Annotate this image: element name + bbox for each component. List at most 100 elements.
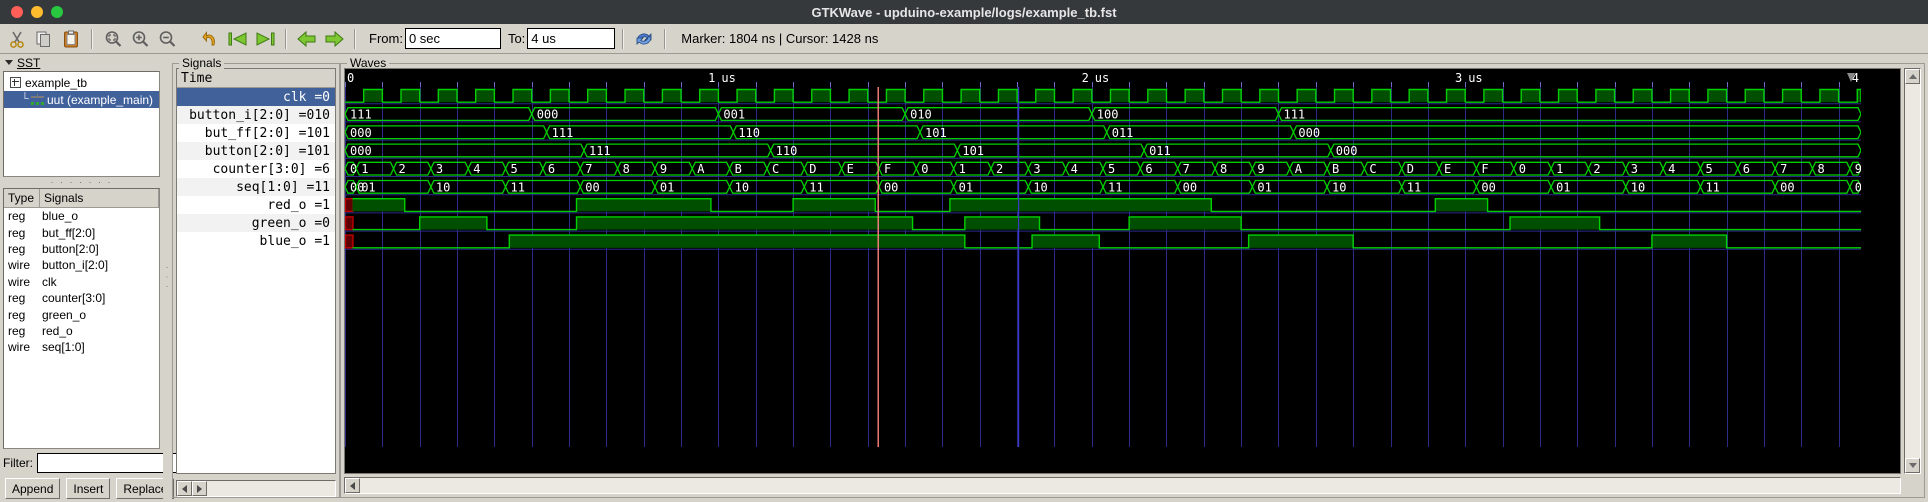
signal-name-row[interactable]: button[2:0] =101 bbox=[177, 142, 335, 160]
signal-name-row[interactable]: red_o =1 bbox=[177, 196, 335, 214]
from-input[interactable] bbox=[404, 28, 501, 49]
svg-text:00: 00 bbox=[884, 180, 898, 194]
to-input[interactable] bbox=[527, 28, 616, 49]
wave-canvas[interactable]: 0 1 us 2 us 3 us 4 111 000 001 010 100 111 000 111 110 10… bbox=[344, 68, 1901, 474]
signal-name: clk bbox=[42, 274, 57, 289]
wave-vscroll-trough[interactable] bbox=[1905, 84, 1920, 458]
toolbar-separator-4 bbox=[622, 28, 625, 49]
signal-type: reg bbox=[8, 225, 26, 240]
wave-scroll-left-button[interactable] bbox=[345, 478, 360, 493]
wave-scroll-trough[interactable] bbox=[360, 478, 1900, 493]
sst-tree[interactable]: example_tb └ uut (example_main) bbox=[3, 71, 160, 177]
paste-icon[interactable] bbox=[58, 26, 84, 51]
signal-name-rows: clk =0 button_i[2:0] =010 but_ff[2:0] =101… bbox=[177, 88, 335, 250]
names-hscrollbar[interactable] bbox=[176, 480, 336, 497]
svg-text:E: E bbox=[847, 162, 854, 176]
minimize-button[interactable] bbox=[31, 6, 43, 18]
svg-text:D: D bbox=[1407, 162, 1414, 176]
signal-name-row[interactable]: button_i[2:0] =010 bbox=[177, 106, 335, 124]
svg-text:7: 7 bbox=[585, 162, 592, 176]
sst-header[interactable]: SST bbox=[3, 54, 160, 71]
wave-top-row: 0 1 us 2 us 3 us 4 111 000 001 010 100 111 000 111 110 10… bbox=[344, 68, 1921, 474]
svg-text:C: C bbox=[1369, 162, 1376, 176]
toolbar-gap-1 bbox=[187, 29, 191, 49]
svg-text:000: 000 bbox=[350, 144, 372, 158]
svg-text:11: 11 bbox=[1108, 180, 1122, 194]
signal-name-row[interactable]: green_o =0 bbox=[177, 214, 335, 232]
prev-edge-icon[interactable] bbox=[294, 26, 320, 51]
signal-names-list[interactable]: Time clk =0 button_i[2:0] =010 but_ff[2:0]… bbox=[176, 68, 336, 474]
scroll-down-button[interactable] bbox=[1905, 458, 1920, 473]
sst-signal-list[interactable]: Type Signals reg blue_o reg but_ff[2:0] reg b… bbox=[3, 188, 160, 449]
signal-name-row[interactable]: but_ff[2:0] =101 bbox=[177, 124, 335, 142]
signal-name-row[interactable]: blue_o =1 bbox=[177, 232, 335, 250]
chevron-down-icon[interactable] bbox=[5, 60, 13, 65]
svg-text:us: us bbox=[1095, 71, 1109, 85]
sst-signal-row[interactable]: reg but_ff[2:0] bbox=[4, 224, 159, 240]
svg-text:1: 1 bbox=[1556, 162, 1563, 176]
zoom-undo-icon[interactable] bbox=[198, 26, 224, 51]
sst-signal-row[interactable]: reg counter[3:0] bbox=[4, 290, 159, 306]
maximize-button[interactable] bbox=[51, 6, 63, 18]
close-button[interactable] bbox=[11, 6, 23, 18]
reload-icon[interactable] bbox=[631, 26, 657, 51]
horizontal-splitter[interactable]: · · · bbox=[163, 54, 173, 502]
svg-text:5: 5 bbox=[1705, 162, 1712, 176]
svg-text:000: 000 bbox=[1336, 144, 1358, 158]
sst-pane: SST example_tb └ uut (example_main) · · … bbox=[0, 54, 198, 502]
from-label: From: bbox=[369, 31, 403, 46]
sst-signal-row[interactable]: wire clk bbox=[4, 274, 159, 290]
zoom-in-icon[interactable] bbox=[127, 26, 153, 51]
zoom-out-icon[interactable] bbox=[154, 26, 180, 51]
svg-text:01: 01 bbox=[1257, 180, 1271, 194]
svg-text:01: 01 bbox=[1855, 180, 1861, 194]
scroll-right-button[interactable] bbox=[192, 481, 207, 496]
tree-item-example_tb[interactable]: example_tb bbox=[4, 74, 159, 91]
waves-frame: Waves 0 1 us 2 us 3 us 4 111 000 001 010 100 111 000 11… bbox=[340, 56, 1925, 498]
sst-title: SST bbox=[17, 55, 41, 70]
signal-names-pane: Signals Time clk =0 button_i[2:0] =010 but… bbox=[172, 54, 340, 502]
tree-item-uut[interactable]: └ uut (example_main) bbox=[4, 91, 159, 108]
scroll-up-button[interactable] bbox=[1905, 69, 1920, 84]
waves-pane: Waves 0 1 us 2 us 3 us 4 111 000 001 010 100 111 000 11… bbox=[340, 54, 1928, 502]
sst-signal-row[interactable]: wire button_i[2:0] bbox=[4, 257, 159, 273]
next-edge-icon[interactable] bbox=[321, 26, 347, 51]
zoom-fit-icon[interactable] bbox=[100, 26, 126, 51]
svg-text:0: 0 bbox=[1519, 162, 1526, 176]
pane-splitter-handle[interactable]: · · · · · · · bbox=[3, 177, 160, 188]
insert-button[interactable]: Insert bbox=[66, 478, 111, 499]
sst-signal-row[interactable]: wire seq[1:0] bbox=[4, 339, 159, 355]
signal-name-row[interactable]: counter[3:0] =6 bbox=[177, 160, 335, 178]
signal-name-row[interactable]: seq[1:0] =11 bbox=[177, 178, 335, 196]
goto-start-icon[interactable] bbox=[225, 26, 251, 51]
svg-text:10: 10 bbox=[436, 180, 450, 194]
signal-type: wire bbox=[8, 258, 31, 273]
wave-vscrollbar[interactable] bbox=[1904, 68, 1921, 474]
sst-signal-row[interactable]: reg green_o bbox=[4, 306, 159, 322]
goto-end-icon[interactable] bbox=[252, 26, 278, 51]
signal-name-row[interactable]: clk =0 bbox=[177, 88, 335, 106]
wave-hscrollbar[interactable] bbox=[344, 477, 1901, 494]
svg-text:E: E bbox=[1444, 162, 1451, 176]
sst-signal-row[interactable]: reg button[2:0] bbox=[4, 241, 159, 257]
expander-icon[interactable] bbox=[10, 77, 21, 88]
append-button[interactable]: Append bbox=[5, 478, 61, 499]
svg-text:00: 00 bbox=[1780, 180, 1794, 194]
waveform-svg[interactable]: 0 1 us 2 us 3 us 4111 000 001 010 100 111000 111 110 10… bbox=[345, 69, 1861, 447]
sst-signal-row[interactable]: reg blue_o bbox=[4, 208, 159, 224]
svg-text:9: 9 bbox=[660, 162, 667, 176]
svg-text:110: 110 bbox=[776, 144, 798, 158]
svg-text:D: D bbox=[809, 162, 816, 176]
svg-text:3: 3 bbox=[1455, 71, 1462, 85]
toolbar-separator-1 bbox=[91, 28, 93, 49]
toolbar-separator-3 bbox=[354, 28, 356, 49]
svg-text:01: 01 bbox=[660, 180, 674, 194]
svg-text:4: 4 bbox=[1668, 162, 1675, 176]
title-bar: GTKWave - upduino-example/logs/example_t… bbox=[0, 0, 1928, 24]
tree-item-label: example_tb bbox=[25, 75, 88, 90]
copy-icon[interactable] bbox=[31, 26, 57, 51]
sst-signal-row[interactable]: reg red_o bbox=[4, 323, 159, 339]
toolbar-separator-5 bbox=[664, 28, 667, 49]
cut-icon[interactable] bbox=[4, 26, 30, 51]
scroll-left-button[interactable] bbox=[177, 481, 192, 496]
